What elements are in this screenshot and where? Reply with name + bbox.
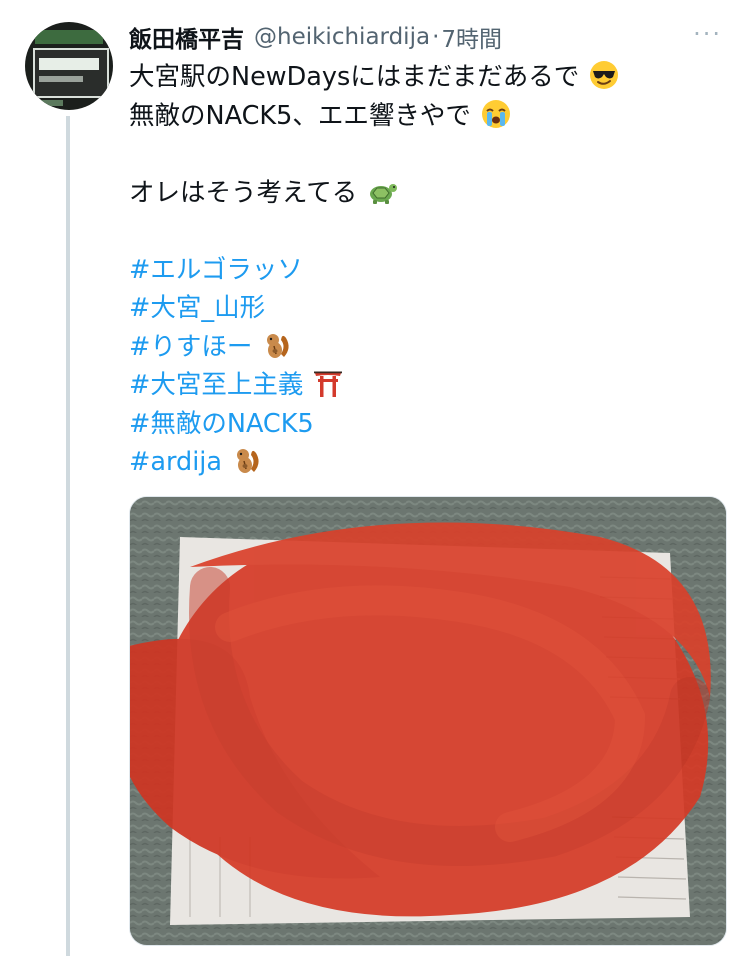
photo-content: [130, 497, 726, 945]
more-options-icon[interactable]: ···: [693, 22, 722, 46]
author-avatar[interactable]: [25, 22, 113, 110]
tweet-header: 飯田橋平吉 @heikichiardija · 7時間: [129, 18, 502, 56]
chipmunk-icon: [267, 333, 290, 358]
hashtag-link[interactable]: #りすほー: [129, 332, 252, 362]
tweet-line-text: 無敵のNACK5、エエ響きやで: [129, 100, 471, 131]
hashtag-line: #りすほー: [129, 328, 729, 367]
sunglasses-face-icon: [590, 61, 619, 89]
author-handle[interactable]: @heikichiardija: [254, 24, 430, 50]
hashtag-line: #エルゴラッソ: [129, 251, 729, 290]
tweet-line: 大宮駅のNewDaysにはまだまだあるで: [129, 58, 729, 97]
avatar-sign-header: [35, 30, 103, 44]
tweet-line-text: オレはそう考えてる: [129, 177, 358, 208]
attached-photo[interactable]: [129, 496, 727, 946]
avatar-sign-label: [39, 58, 99, 70]
turtle-icon: [370, 183, 398, 204]
thread-connector-line: [66, 116, 70, 956]
torii-gate-icon: [314, 371, 343, 397]
hashtag-line: #大宮_山形: [129, 289, 729, 328]
hashtag-link[interactable]: #大宮_山形: [129, 293, 265, 323]
hashtag-link[interactable]: #エルゴラッソ: [129, 255, 303, 285]
tweet-card[interactable]: 飯田橋平吉 @heikichiardija · 7時間 ··· 大宮駅のNewD…: [0, 0, 750, 956]
hashtag-line: #大宮至上主義: [129, 366, 729, 405]
avatar-sign-board: [33, 48, 109, 98]
hashtag-link[interactable]: #ardija: [129, 447, 222, 477]
avatar-sign-subtext: [39, 76, 83, 82]
hashtag-line: #無敵のNACK5: [129, 405, 729, 444]
crying-face-icon: [481, 99, 510, 128]
hashtag-link[interactable]: #無敵のNACK5: [129, 409, 314, 439]
header-separator: ·: [432, 24, 440, 50]
author-display-name[interactable]: 飯田橋平吉: [129, 20, 244, 54]
tweet-text: 大宮駅のNewDaysにはまだまだあるで 無敵のNACK5、エエ響きやで オレは…: [129, 58, 729, 482]
tweet-line: オレはそう考えてる: [129, 174, 729, 213]
tweet-line: 無敵のNACK5、エエ響きやで: [129, 97, 729, 136]
hashtag-line: #ardija: [129, 443, 729, 482]
hashtag-link[interactable]: #大宮至上主義: [129, 370, 303, 400]
avatar-sign-footer: [29, 100, 63, 106]
tweet-line-text: 大宮駅のNewDaysにはまだまだあるで: [129, 62, 580, 92]
tweet-timestamp[interactable]: 7時間: [441, 20, 502, 54]
chipmunk-icon: [237, 449, 259, 473]
